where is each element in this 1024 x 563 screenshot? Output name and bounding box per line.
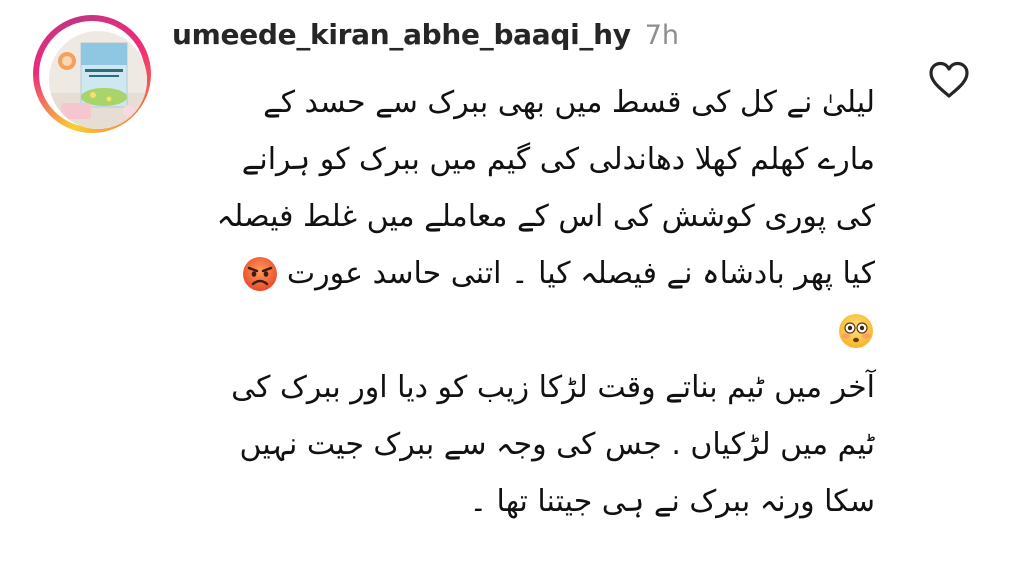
- angry-face-emoji: [242, 256, 277, 291]
- comment-line-text: کیا پھر بادشاہ نے فیصلہ کیا ۔ اتنی حاسد …: [286, 256, 875, 291]
- timestamp[interactable]: 7h: [645, 20, 679, 51]
- comment-line: لیلیٰ نے کل کی قسط میں بھی ببرک سے حسد ک…: [263, 85, 875, 120]
- flushed-face-emoji: [839, 313, 873, 348]
- book-cover-avatar: [49, 31, 147, 129]
- comment-line: کی پوری کوشش کی اس کے معاملے میں غلط فیص…: [216, 199, 875, 234]
- comment-line-with-emoji: کیا پھر بادشاہ نے فیصلہ کیا ۔ اتنی حاسد …: [175, 245, 875, 302]
- comment-line: مارے کھلم کھلا دھاندلی کی گیم میں ببرک ک…: [241, 142, 875, 177]
- avatar-story-ring[interactable]: [33, 15, 151, 133]
- username[interactable]: umeede_kiran_abhe_baaqi_hy: [172, 18, 631, 51]
- comment-line-emoji-only: [175, 302, 875, 359]
- avatar-ring-gap: [39, 21, 147, 129]
- comment-header: umeede_kiran_abhe_baaqi_hy 7h: [172, 18, 679, 62]
- heart-outline-icon: [929, 61, 969, 98]
- like-button[interactable]: [927, 60, 971, 100]
- comment-text: لیلیٰ نے کل کی قسط میں بھی ببرک سے حسد ک…: [175, 74, 875, 530]
- comment: umeede_kiran_abhe_baaqi_hy 7h لیلیٰ نے ک…: [0, 0, 1024, 563]
- comment-line: آخر میں ٹیم بناتے وقت لڑکا زیب کو دیا او…: [231, 370, 875, 405]
- comment-line: سکا ورنہ ببرک نے ہی جیتنا تھا ۔: [469, 484, 875, 519]
- comment-line: ٹیم میں لڑکیاں . جس کی وجہ سے ببرک جیت ن…: [239, 427, 875, 462]
- avatar[interactable]: [49, 31, 147, 129]
